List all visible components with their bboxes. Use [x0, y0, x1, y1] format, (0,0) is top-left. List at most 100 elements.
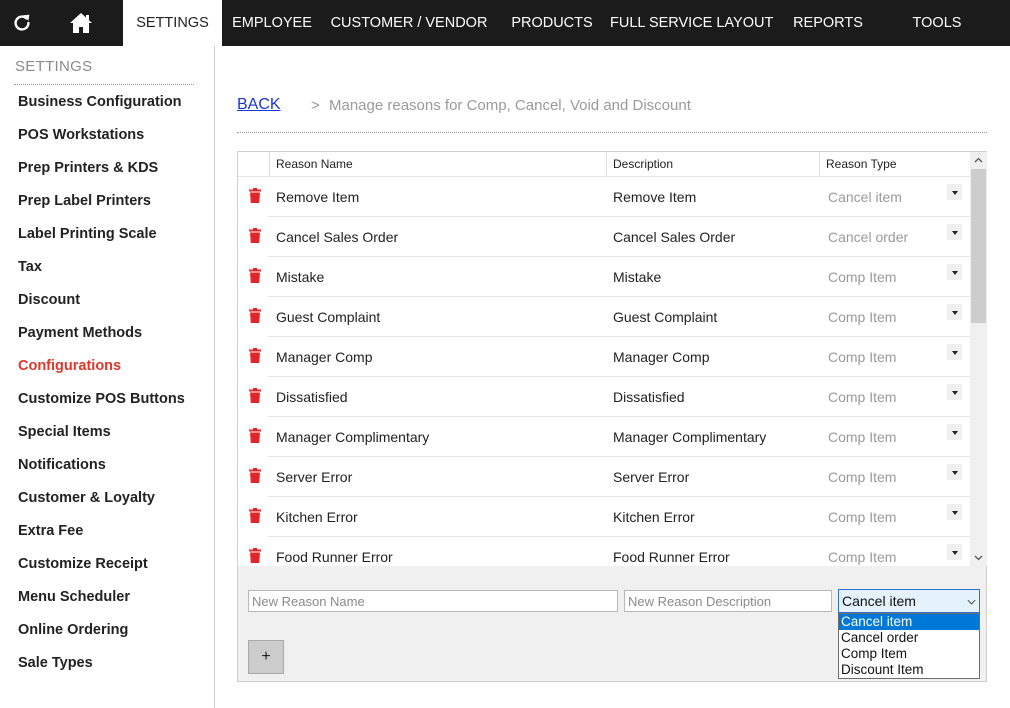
sidebar-item-customize-pos-buttons[interactable]: Customize POS Buttons	[18, 391, 185, 407]
tab-products[interactable]: PRODUCTS	[506, 0, 598, 46]
trash-icon[interactable]	[249, 388, 261, 403]
reason-type-dropdown-button[interactable]	[946, 423, 963, 441]
reason-type-dropdown-button[interactable]	[946, 383, 963, 401]
reason-description-cell[interactable]: Manager Comp	[613, 337, 710, 377]
reason-description-cell[interactable]: Cancel Sales Order	[613, 217, 735, 257]
reason-type-dropdown-button[interactable]	[946, 303, 963, 321]
tab-employee[interactable]: EMPLOYEE	[224, 0, 320, 46]
tab-tools[interactable]: TOOLS	[903, 0, 971, 46]
trash-icon[interactable]	[249, 428, 261, 443]
reason-description-cell[interactable]: Server Error	[613, 457, 689, 497]
reason-type-cell[interactable]: Comp Item	[828, 297, 896, 337]
reason-type-cell[interactable]: Comp Item	[828, 377, 896, 417]
table-row[interactable]: Kitchen Error Kitchen Error Comp Item	[238, 497, 970, 537]
reason-type-option-comp-item[interactable]: Comp Item	[839, 646, 979, 662]
column-header-reason-name[interactable]: Reason Name	[269, 152, 606, 176]
reason-type-cell[interactable]: Comp Item	[828, 457, 896, 497]
scrollbar-thumb[interactable]	[971, 169, 986, 323]
scroll-up-button[interactable]	[970, 152, 987, 169]
table-row[interactable]: Manager Comp Manager Comp Comp Item	[238, 337, 970, 377]
reason-description-cell[interactable]: Food Runner Error	[613, 537, 730, 566]
sidebar-item-discount[interactable]: Discount	[18, 292, 80, 308]
reason-name-cell[interactable]: Guest Complaint	[276, 297, 380, 337]
table-row[interactable]: Dissatisfied Dissatisfied Comp Item	[238, 377, 970, 417]
reason-name-cell[interactable]: Food Runner Error	[276, 537, 393, 566]
sidebar-item-tax[interactable]: Tax	[18, 259, 42, 275]
trash-icon[interactable]	[249, 508, 261, 523]
reason-type-dropdown-button[interactable]	[946, 463, 963, 481]
reason-description-cell[interactable]: Kitchen Error	[613, 497, 695, 537]
sidebar-item-sale-types[interactable]: Sale Types	[18, 655, 93, 671]
sidebar-item-prep-label-printers[interactable]: Prep Label Printers	[18, 193, 151, 209]
sidebar-item-pos-workstations[interactable]: POS Workstations	[18, 127, 144, 143]
reason-name-cell[interactable]: Remove Item	[276, 177, 359, 217]
reason-name-cell[interactable]: Cancel Sales Order	[276, 217, 398, 257]
sidebar-item-prep-printers-kds[interactable]: Prep Printers & KDS	[18, 160, 158, 176]
table-row[interactable]: Mistake Mistake Comp Item	[238, 257, 970, 297]
sidebar-item-payment-methods[interactable]: Payment Methods	[18, 325, 142, 341]
reason-name-cell[interactable]: Server Error	[276, 457, 352, 497]
sidebar-item-configurations[interactable]: Configurations	[18, 358, 121, 374]
sidebar-item-extra-fee[interactable]: Extra Fee	[18, 523, 83, 539]
new-reason-name-input[interactable]	[248, 590, 618, 612]
tab-full-service-layout[interactable]: FULL SERVICE LAYOUT	[610, 0, 773, 46]
trash-icon[interactable]	[249, 228, 261, 243]
column-header-description[interactable]: Description	[606, 152, 819, 176]
sidebar-item-menu-scheduler[interactable]: Menu Scheduler	[18, 589, 130, 605]
reason-description-cell[interactable]: Guest Complaint	[613, 297, 717, 337]
reason-description-cell[interactable]: Manager Complimentary	[613, 417, 766, 457]
grid-scrollbar[interactable]	[970, 152, 987, 566]
table-row[interactable]: Cancel Sales Order Cancel Sales Order Canc…	[238, 217, 970, 257]
reason-type-option-discount-item[interactable]: Discount Item	[839, 662, 979, 678]
table-row[interactable]: Remove Item Remove Item Cancel item	[238, 177, 970, 217]
sidebar-item-special-items[interactable]: Special Items	[18, 424, 111, 440]
table-row[interactable]: Server Error Server Error Comp Item	[238, 457, 970, 497]
trash-icon[interactable]	[249, 268, 261, 283]
sidebar-item-notifications[interactable]: Notifications	[18, 457, 106, 473]
reason-name-cell[interactable]: Dissatisfied	[276, 377, 348, 417]
home-button[interactable]	[58, 0, 104, 46]
table-row[interactable]: Manager Complimentary Manager Complimenta…	[238, 417, 970, 457]
table-row[interactable]: Food Runner Error Food Runner Error Comp I…	[238, 537, 970, 566]
reason-type-option-cancel-order[interactable]: Cancel order	[839, 630, 979, 646]
reason-type-dropdown-button[interactable]	[946, 223, 963, 241]
reason-type-cell[interactable]: Cancel order	[828, 217, 908, 257]
reason-type-option-cancel-item[interactable]: Cancel item	[839, 614, 979, 630]
reason-description-cell[interactable]: Dissatisfied	[613, 377, 685, 417]
reason-type-dropdown-button[interactable]	[946, 263, 963, 281]
reason-type-cell[interactable]: Comp Item	[828, 337, 896, 377]
sidebar-item-business-configuration[interactable]: Business Configuration	[18, 94, 182, 110]
reason-name-cell[interactable]: Manager Comp	[276, 337, 373, 377]
reason-description-cell[interactable]: Mistake	[613, 257, 661, 297]
trash-icon[interactable]	[249, 468, 261, 483]
reason-type-cell[interactable]: Comp Item	[828, 417, 896, 457]
tab-reports[interactable]: REPORTS	[786, 0, 870, 46]
trash-icon[interactable]	[249, 348, 261, 363]
new-reason-description-input[interactable]	[624, 590, 832, 612]
reason-type-dropdown-button[interactable]	[946, 503, 963, 521]
reason-type-cell[interactable]: Comp Item	[828, 497, 896, 537]
sidebar-item-online-ordering[interactable]: Online Ordering	[18, 622, 128, 638]
reason-name-cell[interactable]: Kitchen Error	[276, 497, 358, 537]
reason-type-cell[interactable]: Cancel item	[828, 177, 902, 217]
reason-description-cell[interactable]: Remove Item	[613, 177, 696, 217]
sidebar-item-customer-loyalty[interactable]: Customer & Loyalty	[18, 490, 155, 506]
scroll-down-button[interactable]	[970, 549, 987, 566]
add-reason-button[interactable]: +	[248, 640, 284, 674]
reason-name-cell[interactable]: Manager Complimentary	[276, 417, 429, 457]
trash-icon[interactable]	[249, 548, 261, 563]
reason-type-select[interactable]: Cancel item	[838, 589, 980, 613]
tab-customer-vendor[interactable]: CUSTOMER / VENDOR	[330, 0, 488, 46]
reason-type-dropdown-button[interactable]	[946, 343, 963, 361]
reason-type-dropdown-button[interactable]	[946, 183, 963, 201]
reason-type-cell[interactable]: Comp Item	[828, 537, 896, 566]
tab-settings[interactable]: SETTINGS	[123, 0, 222, 46]
reason-type-cell[interactable]: Comp Item	[828, 257, 896, 297]
back-link[interactable]: BACK	[237, 96, 281, 114]
refresh-button[interactable]	[0, 0, 44, 46]
reason-type-dropdown-button[interactable]	[946, 543, 963, 561]
table-row[interactable]: Guest Complaint Guest Complaint Comp Item	[238, 297, 970, 337]
reason-name-cell[interactable]: Mistake	[276, 257, 324, 297]
sidebar-item-customize-receipt[interactable]: Customize Receipt	[18, 556, 148, 572]
trash-icon[interactable]	[249, 188, 261, 203]
